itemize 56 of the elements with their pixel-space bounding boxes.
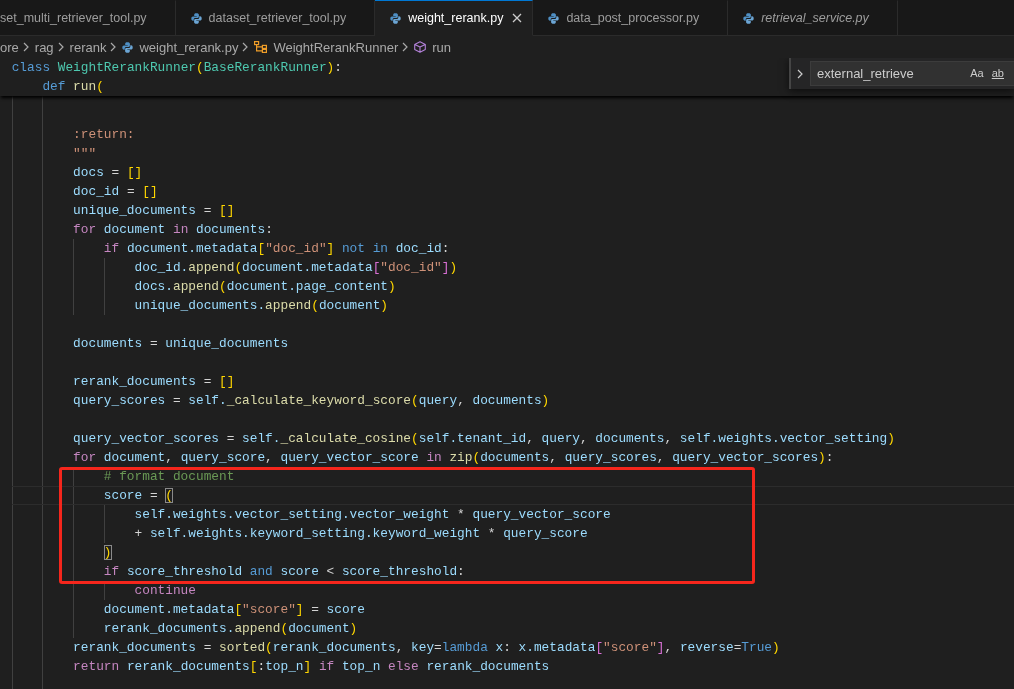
code-line: rerank_documents = []: [73, 374, 235, 389]
chevron-right-icon: [797, 68, 803, 79]
code-line: query_vector_scores = self._calculate_cosine(self.tenant_id, query, documents, self.weights.vector_setting): [73, 431, 895, 446]
breadcrumb-item[interactable]: run: [414, 39, 452, 55]
code-line: docs = []: [73, 165, 143, 180]
code-line: def run(: [42, 79, 104, 94]
editor-tab[interactable]: weight_rerank.py: [375, 0, 534, 36]
editor-tab[interactable]: set_multi_retriever_tool.py: [0, 0, 176, 36]
python-icon: [743, 12, 755, 24]
breadcrumb-item[interactable]: rerank: [69, 39, 107, 55]
editor-tab[interactable]: retrieval_service.py: [728, 0, 898, 36]
close-icon: [512, 13, 523, 23]
code-line: query_scores = self._calculate_keyword_score(query, documents): [73, 393, 550, 408]
connected-squares-icon: [254, 41, 268, 53]
code-line: ): [103, 545, 112, 560]
cube-icon: [414, 41, 427, 53]
code-line: if score_threshold and score < score_threshold:: [103, 564, 465, 579]
code-line: docs.append(document.page_content): [134, 279, 396, 294]
python-icon: [190, 12, 202, 24]
code-line: # format document: [103, 469, 235, 484]
code-line: :return:: [73, 127, 135, 142]
code-line: if document.metadata["doc_id"] not in doc_id:: [103, 241, 450, 256]
chevron-icon: [110, 42, 117, 52]
breadcrumb-item[interactable]: WeightRerankRunner: [254, 39, 399, 55]
code-line: for document, query_score, query_vector_score in zip(documents, query_scores, query_vector_scores):: [73, 450, 834, 465]
code-line: rerank_documents = sorted(rerank_documents, key=lambda x: x.metadata["score"], reverse=True): [73, 640, 780, 655]
breadcrumb-item[interactable]: rag: [34, 39, 54, 55]
match-case-toggle[interactable]: Aa: [968, 65, 986, 82]
code-line: doc_id = []: [73, 184, 158, 199]
editor-tab[interactable]: data_post_processor.py: [533, 0, 729, 36]
code-line: return rerank_documents[:top_n] if top_n else rerank_documents: [73, 659, 550, 674]
chevron-icon: [242, 42, 249, 52]
python-icon: [548, 12, 560, 24]
code-line: class WeightRerankRunner(BaseRerankRunner):: [11, 60, 342, 75]
code-line: self.weights.vector_setting.vector_weight * query_vector_score: [134, 507, 611, 522]
chevron-icon: [57, 42, 64, 52]
code-line: rerank_documents.append(document): [103, 621, 358, 636]
chevron-icon: [22, 42, 29, 52]
find-input[interactable]: external_retrieve Aa ab: [810, 61, 1014, 86]
code-line: + self.weights.keyword_setting.keyword_weight * query_score: [134, 526, 588, 541]
code-line: doc_id.append(document.metadata["doc_id"]): [134, 260, 458, 275]
code-line: document.metadata["score"] = score: [103, 602, 365, 617]
code-line: for document in documents:: [73, 222, 273, 237]
code-line: continue: [134, 583, 196, 598]
code-line: unique_documents = []: [73, 203, 235, 218]
editor-tab[interactable]: dataset_retriever_tool.py: [175, 0, 376, 36]
code-line: documents = unique_documents: [73, 336, 289, 351]
whole-word-toggle[interactable]: ab: [989, 65, 1006, 82]
python-icon: [122, 41, 134, 53]
chevron-icon: [402, 42, 409, 52]
code-line: score = (: [103, 488, 173, 503]
breadcrumb-item[interactable]: ore: [0, 39, 19, 55]
breadcrumb-item[interactable]: weight_rerank.py: [122, 39, 239, 55]
python-icon: [390, 12, 402, 24]
code-line: unique_documents.append(document): [134, 298, 388, 313]
code-line: """: [73, 146, 97, 161]
